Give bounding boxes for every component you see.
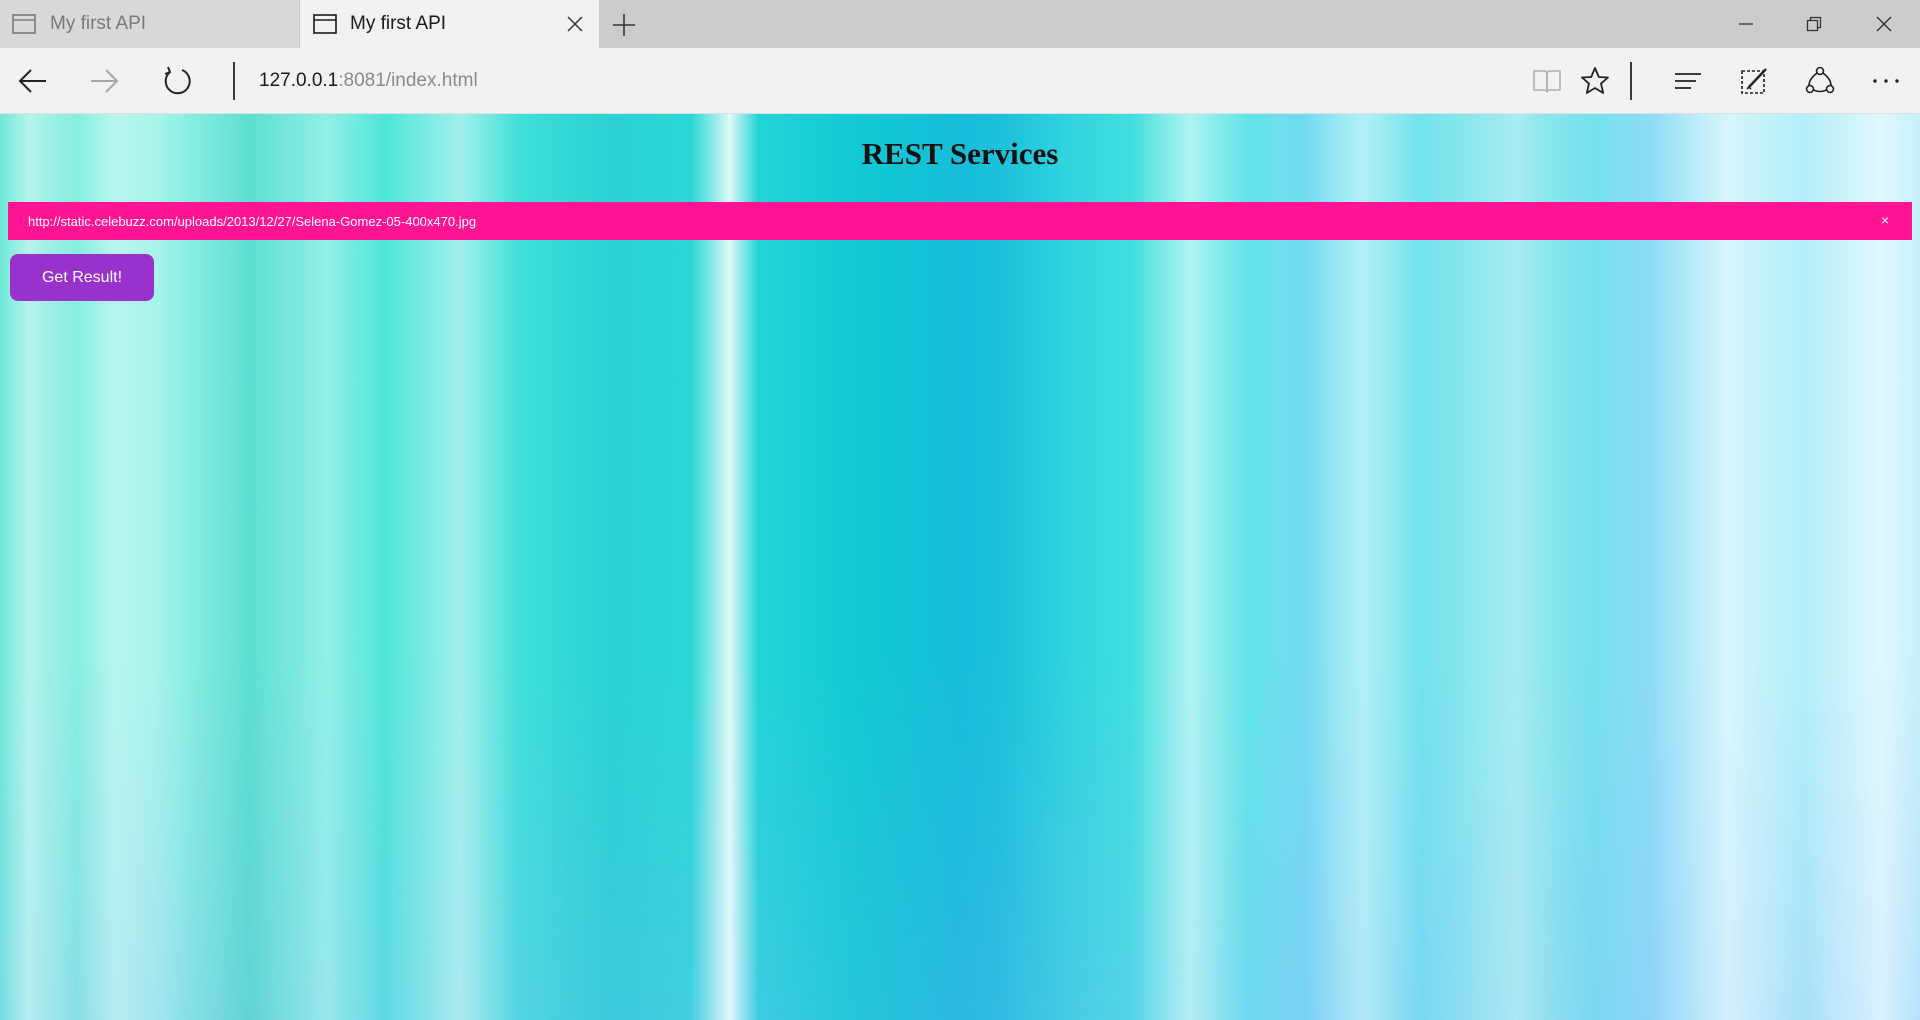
tab-page-icon [12, 14, 36, 34]
tab-title: My first API [50, 13, 147, 34]
close-icon [1876, 16, 1892, 32]
web-note-button[interactable] [1737, 64, 1771, 98]
more-icon [1873, 79, 1899, 83]
navigation-bar: 127.0.0.1:8081/index.html [0, 48, 1920, 114]
page-title: REST Services [861, 136, 1059, 171]
separator [1630, 62, 1632, 100]
address-bar[interactable]: 127.0.0.1:8081/index.html [259, 70, 478, 92]
restore-icon [1806, 16, 1822, 32]
more-button[interactable] [1869, 64, 1903, 98]
separator [233, 62, 235, 100]
close-icon[interactable] [565, 14, 585, 34]
forward-arrow-icon [91, 69, 119, 93]
web-note-icon [1741, 68, 1767, 94]
hub-button[interactable] [1671, 64, 1705, 98]
address-path: :8081/index.html [338, 70, 478, 91]
hub-icon [1675, 73, 1701, 89]
forward-button[interactable] [87, 64, 121, 98]
reading-view-button[interactable] [1530, 64, 1564, 98]
image-url-input[interactable] [8, 202, 1868, 240]
get-result-button[interactable]: Get Result! [10, 254, 154, 301]
favorite-button[interactable] [1578, 64, 1612, 98]
share-icon [1805, 66, 1835, 94]
tab-active[interactable]: My first API [300, 0, 599, 48]
back-arrow-icon [18, 69, 46, 93]
plus-icon[interactable] [611, 12, 637, 38]
clear-input-button[interactable]: × [1878, 213, 1892, 227]
refresh-icon [164, 66, 191, 95]
address-host: 127.0.0.1 [259, 70, 339, 91]
tab-strip: My first API My first API [0, 0, 1920, 48]
minimize-button[interactable] [1712, 0, 1780, 48]
share-button[interactable] [1803, 64, 1837, 98]
back-button[interactable] [16, 64, 50, 98]
image-url-field[interactable]: × [8, 202, 1912, 240]
reading-view-icon [1533, 70, 1561, 93]
restore-button[interactable] [1780, 0, 1848, 48]
star-icon [1581, 67, 1609, 94]
tab-page-icon [313, 14, 337, 34]
refresh-button[interactable] [160, 64, 194, 98]
clear-icon: × [1880, 212, 1890, 228]
page-content: REST Services × Get Result! [0, 114, 1920, 1020]
tab-title: My first API [350, 13, 447, 34]
tab-inactive[interactable]: My first API [0, 0, 299, 48]
window-close-button[interactable] [1850, 0, 1918, 48]
minimize-icon [1739, 23, 1753, 25]
